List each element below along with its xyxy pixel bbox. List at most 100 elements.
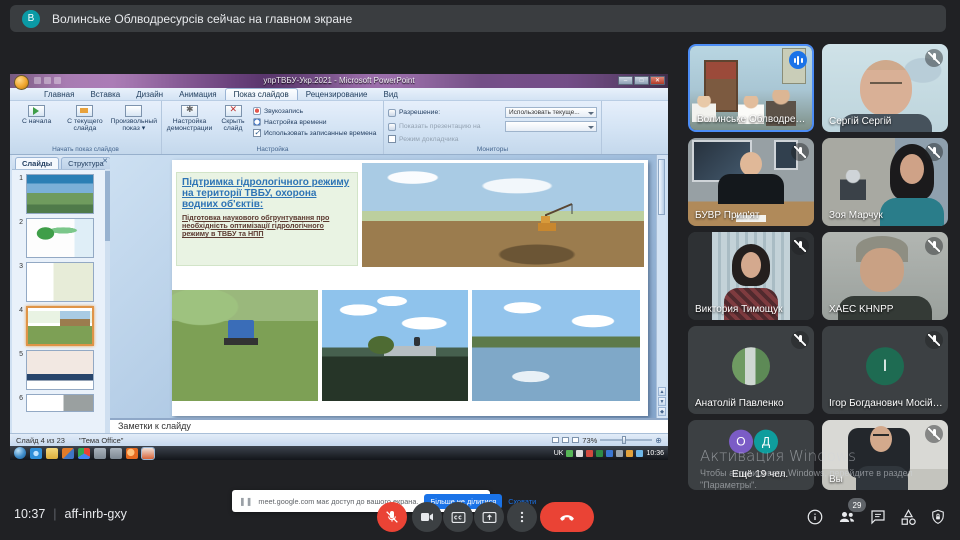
- from-current-button: С текущего слайда: [62, 103, 107, 144]
- chat-button[interactable]: [866, 505, 890, 529]
- pane-close-icon: ✕: [102, 157, 108, 165]
- tray-icon: [636, 450, 643, 457]
- camera-toggle-button[interactable]: [412, 502, 442, 532]
- app-icon: [94, 448, 106, 459]
- custom-show-button: Произвольный показ ▾: [111, 103, 157, 144]
- shield-lock-icon: [929, 508, 947, 526]
- from-beginning-button: С начала: [14, 103, 59, 144]
- group-setup: Настройка демонстрации Скрыть слайд Звук…: [162, 101, 384, 154]
- participant-tile-volynske[interactable]: Волинське Облводре…: [688, 44, 814, 132]
- presenter-avatar: В: [22, 10, 40, 28]
- taskbar-clock: 10:36: [646, 450, 664, 457]
- present-button[interactable]: [474, 502, 504, 532]
- ppt-titlebar: упрТВБУ-Укр.2021 - Microsoft PowerPoint …: [10, 74, 668, 88]
- end-call-button[interactable]: [540, 502, 594, 532]
- tray-icon: [586, 450, 593, 457]
- mic-off-icon: [925, 331, 943, 349]
- participant-tile-sergii[interactable]: Сергій Сергій: [822, 44, 948, 132]
- participant-tile-anatolii[interactable]: Анатолій Павленко: [688, 326, 814, 414]
- initial-avatar: І: [866, 347, 904, 385]
- slide-thumb-2: [26, 218, 94, 258]
- ppt-statusbar: Слайд 4 из 23 "Тема Office" 73% ⊕: [10, 433, 668, 446]
- setup-show-button: Настройка демонстрации: [166, 103, 213, 144]
- start-button-icon: [14, 447, 26, 459]
- initial-avatar: Д: [754, 429, 778, 453]
- tab-design: Дизайн: [128, 89, 171, 100]
- participant-name: Сергій Сергій: [829, 116, 891, 127]
- monitor-options: Разрешение:Использовать текуще... Показа…: [388, 103, 597, 144]
- slides-tab: Слайды: [15, 157, 59, 169]
- nav-menu-icon: ◆: [658, 407, 666, 416]
- photo-harvest-boat: [322, 290, 468, 401]
- host-controls-button[interactable]: [926, 505, 950, 529]
- glasses: [870, 82, 902, 92]
- group-start-slideshow: С начала С текущего слайда Произвольный …: [10, 101, 162, 154]
- thumbnail-row: 5: [16, 350, 108, 390]
- zoom-level: 73%: [582, 436, 597, 445]
- presenter-view-row: Режим докладчика: [388, 135, 597, 143]
- slide-counter: Слайд 4 из 23: [16, 436, 65, 445]
- participant-tile-buvr[interactable]: БУВР Прип'ят: [688, 138, 814, 226]
- participants-button[interactable]: 29: [835, 505, 859, 529]
- overflow-count: Ещё 19 чел.: [732, 469, 788, 480]
- suit: [856, 466, 908, 490]
- next-slide-icon: ▼: [658, 397, 666, 406]
- slide-thumb-4-selected: [26, 306, 94, 346]
- chat-icon: [869, 508, 887, 526]
- theme-name: "Тема Office": [79, 436, 124, 445]
- head: [740, 152, 762, 176]
- overflow-tile[interactable]: О Д Ещё 19 чел.: [688, 420, 814, 490]
- participant-tile-viktoriia[interactable]: Виктория Тимощук: [688, 232, 814, 320]
- ppt-window-title: упрТВБУ-Укр.2021 - Microsoft PowerPoint: [10, 76, 668, 85]
- thumbnail-row: 1: [16, 174, 108, 214]
- meeting-code: aff-inrb-gxy: [65, 507, 127, 521]
- app-icon: [110, 448, 122, 459]
- photo-river-reflection: [472, 290, 640, 401]
- more-options-button[interactable]: [507, 502, 537, 532]
- close-icon: ✕: [650, 76, 665, 85]
- mic-toggle-button[interactable]: [377, 502, 407, 532]
- participant-tile-khaes[interactable]: ХАЕС KHNPP: [822, 232, 948, 320]
- sorter-view-icon: [562, 437, 569, 443]
- slide-thumb-5: [26, 350, 94, 390]
- meeting-details-button[interactable]: [803, 505, 827, 529]
- participant-count-badge: 29: [848, 498, 866, 512]
- explorer-icon: [46, 448, 58, 459]
- tab-slideshow: Показ слайдов: [225, 88, 298, 100]
- use-timings-checkbox: Использовать записанные времена: [253, 129, 376, 137]
- captions-button[interactable]: [443, 502, 473, 532]
- current-slide: Підтримка гідрологічного режиму на терит…: [172, 160, 648, 416]
- activities-button[interactable]: [896, 505, 920, 529]
- face: [860, 248, 904, 292]
- participant-tile-ihor[interactable]: І Ігор Богданович Мосій…: [822, 326, 948, 414]
- participant-name: БУВР Прип'ят: [695, 210, 759, 221]
- end-call-icon: [558, 508, 576, 526]
- mic-off-icon: [925, 49, 943, 67]
- photo-avatar: [732, 347, 770, 385]
- minimize-icon: –: [618, 76, 633, 85]
- presenting-toast[interactable]: В Волинське Облводресурсів сейчас на гла…: [10, 5, 946, 32]
- chrome-icon: [78, 448, 90, 459]
- notes-placeholder: Заметки к слайду: [110, 418, 668, 433]
- tab-animation: Анимация: [171, 89, 225, 100]
- setup-options: Звукозапись Настройка времени Использова…: [253, 103, 376, 144]
- tab-home: Главная: [36, 89, 82, 100]
- system-tray: UK 10:36: [554, 450, 664, 457]
- screen-share-view: упрТВБУ-Укр.2021 - Microsoft PowerPoint …: [10, 74, 668, 460]
- tray-icon: [566, 450, 573, 457]
- activities-icon: [899, 508, 918, 527]
- slide-subtitle: Підготовка наукового обгрунтування про н…: [182, 214, 352, 239]
- maximize-icon: □: [634, 76, 649, 85]
- participant-name: Анатолій Павленко: [695, 398, 784, 409]
- self-tile[interactable]: Вы: [822, 420, 948, 490]
- ie-icon: [30, 448, 42, 459]
- group-monitors: Разрешение:Использовать текуще... Показа…: [384, 101, 602, 154]
- tray-icon: [616, 450, 623, 457]
- more-options-icon: [515, 510, 529, 524]
- slide-thumb-1: [26, 174, 94, 214]
- tray-icon: [626, 450, 633, 457]
- thumbnail-row: 3: [16, 262, 108, 302]
- show-on-dropdown: [505, 121, 597, 132]
- participant-tile-zoia[interactable]: Зоя Марчук: [822, 138, 948, 226]
- suit: [718, 174, 784, 204]
